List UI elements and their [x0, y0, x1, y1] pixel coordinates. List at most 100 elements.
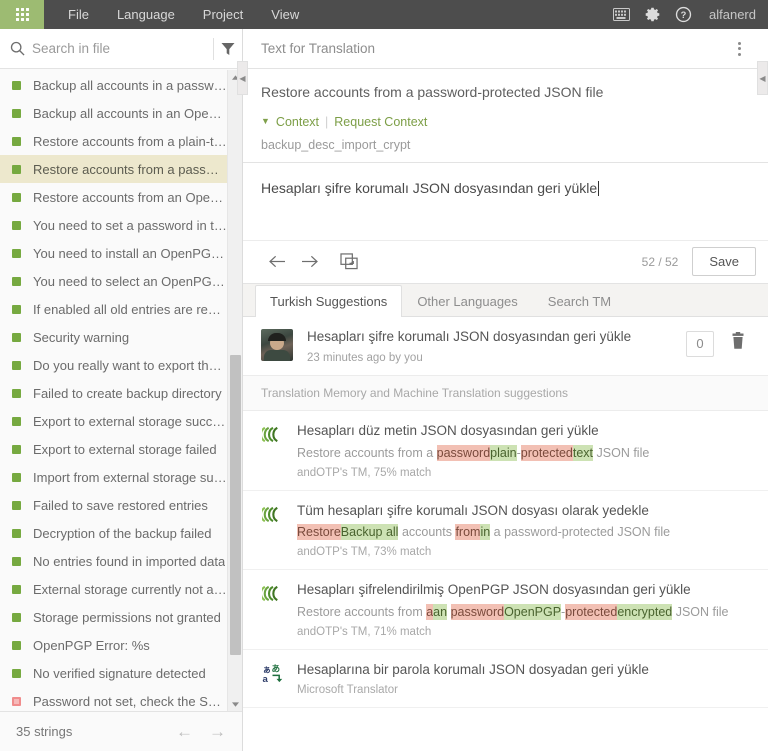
string-list-item[interactable]: Import from external storage succes... — [0, 463, 242, 491]
string-list-item[interactable]: Failed to save restored entries — [0, 491, 242, 519]
string-list-item[interactable]: Security warning — [0, 323, 242, 351]
main-body: Backup all accounts in a password-p... Ba… — [0, 29, 768, 751]
string-list-item[interactable]: Do you really want to export the dat... — [0, 351, 242, 379]
save-button[interactable]: Save — [692, 247, 756, 277]
more-options-icon[interactable] — [726, 36, 752, 62]
status-translated-icon — [12, 528, 21, 538]
keyboard-icon[interactable] — [612, 6, 630, 24]
diff-unchanged-text: Restore accounts from — [297, 605, 427, 620]
diff-inserted-text: text — [572, 444, 594, 461]
source-block: Restore accounts from a password-protect… — [243, 69, 768, 162]
string-list-item[interactable]: If enabled all old entries are replace..… — [0, 295, 242, 323]
string-list-item[interactable]: Restore accounts from an OpenPGP-... — [0, 183, 242, 211]
tm-suggestion-row[interactable]: Hesapları şifrelendirilmiş OpenPGP JSON … — [243, 570, 768, 651]
string-list-item[interactable]: Backup all accounts in a password-p... — [0, 71, 242, 99]
status-translated-icon — [12, 444, 21, 454]
string-list-item[interactable]: External storage currently not acces... — [0, 575, 242, 603]
string-list-item-label: Failed to save restored entries — [33, 497, 208, 513]
status-translated-icon — [12, 136, 21, 146]
string-list-item[interactable]: Failed to create backup directory — [0, 379, 242, 407]
sidebar-scrollbar[interactable] — [227, 70, 242, 711]
status-translated-icon — [12, 500, 21, 510]
user-suggestion-content: Hesapları şifre korumalı JSON dosyasında… — [307, 329, 686, 364]
app-launcher-button[interactable] — [0, 0, 44, 29]
string-list-item[interactable]: Password not set, check the Settings — [0, 687, 242, 711]
diff-unchanged-text: Restore accounts from a — [297, 445, 437, 460]
search-row — [0, 29, 242, 69]
string-list-item[interactable]: Restore accounts from a plain-text JS... — [0, 127, 242, 155]
string-list-item-label: Backup all accounts in an OpenPGP-... — [33, 105, 228, 121]
string-list-item[interactable]: You need to set a password in the Se... — [0, 211, 242, 239]
status-translated-icon — [12, 360, 21, 370]
vote-count-box[interactable]: 0 — [686, 330, 714, 357]
string-list[interactable]: Backup all accounts in a password-p... Ba… — [0, 69, 242, 711]
diff-unchanged-text: a password-protected JSON file — [490, 525, 671, 540]
menu-item-file[interactable]: File — [54, 0, 103, 29]
divider — [213, 37, 214, 60]
string-list-item[interactable]: Decryption of the backup failed — [0, 519, 242, 547]
tab-other-languages[interactable]: Other Languages — [402, 285, 532, 317]
status-untranslated-icon — [12, 696, 21, 706]
string-list-item-label: Password not set, check the Settings — [33, 693, 228, 709]
right-panel-collapse-handle[interactable]: ◀ — [757, 61, 768, 95]
request-context-link[interactable]: Request Context — [334, 115, 427, 129]
string-list-item[interactable]: Export to external storage failed — [0, 435, 242, 463]
copy-source-icon[interactable] — [333, 247, 365, 277]
username-label[interactable]: alfanerd — [709, 7, 756, 22]
string-list-item[interactable]: No entries found in imported data — [0, 547, 242, 575]
search-icon — [10, 40, 25, 58]
sidebar-collapse-handle[interactable]: ◀ — [237, 61, 248, 95]
string-list-item-label: No verified signature detected — [33, 665, 206, 681]
next-page-button[interactable]: → — [209, 723, 226, 740]
diff-deleted-text: Restore — [297, 524, 341, 541]
search-input[interactable] — [25, 40, 211, 57]
string-list-item[interactable]: You need to select an OpenPGP key i... — [0, 267, 242, 295]
user-suggestion-row[interactable]: Hesapları şifre korumalı JSON dosyasında… — [243, 317, 768, 376]
context-toggle-link[interactable]: Context — [276, 115, 319, 129]
menu-item-view[interactable]: View — [257, 0, 313, 29]
string-list-item[interactable]: You need to install an OpenPGP pro... — [0, 239, 242, 267]
top-menu-bar: File Language Project View ? alfanerd — [0, 0, 768, 29]
string-list-item[interactable]: Export to external storage successful — [0, 407, 242, 435]
suggestion-tabs: Turkish Suggestions Other Languages Search… — [243, 283, 768, 317]
translation-text[interactable]: Hesapları şifre korumalı JSON dosyasında… — [261, 179, 750, 197]
diff-deleted-text: protected — [565, 604, 618, 621]
chevron-down-icon[interactable]: ▼ — [261, 117, 270, 126]
gear-icon[interactable] — [643, 6, 661, 24]
tab-turkish-suggestions[interactable]: Turkish Suggestions — [255, 284, 403, 317]
status-translated-icon — [12, 220, 21, 230]
editor-toolbar: 52 / 52 Save — [243, 239, 768, 284]
string-list-item[interactable]: Backup all accounts in an OpenPGP-... — [0, 99, 242, 127]
scroll-down-arrow[interactable] — [228, 697, 242, 711]
translation-panel-header: Text for Translation — [243, 29, 768, 69]
menu-item-project[interactable]: Project — [189, 0, 257, 29]
tm-suggestion-meta: andOTP's TM, 75% match — [297, 466, 432, 479]
tm-suggestion-row[interactable]: Hesapları düz metin JSON dosyasından ger… — [243, 411, 768, 491]
string-list-item[interactable]: Storage permissions not granted — [0, 603, 242, 631]
next-string-button[interactable] — [293, 247, 325, 277]
divider: | — [325, 114, 329, 129]
translation-input-area[interactable]: Hesapları şifre korumalı JSON dosyasında… — [243, 161, 768, 240]
tm-suggestion-row[interactable]: Hesaplarına bir parola korumalı JSON dos… — [243, 650, 768, 708]
prev-page-button[interactable]: ← — [176, 723, 193, 740]
string-list-item[interactable]: OpenPGP Error: %s — [0, 631, 242, 659]
menu-item-language[interactable]: Language — [103, 0, 189, 29]
text-cursor — [598, 180, 600, 196]
help-icon[interactable]: ? — [674, 6, 692, 24]
svg-text:?: ? — [680, 10, 686, 20]
string-list-item-label: Restore accounts from an OpenPGP-... — [33, 189, 228, 205]
character-counter: 52 / 52 — [641, 254, 679, 269]
status-translated-icon — [12, 556, 21, 566]
diff-inserted-text: plain — [490, 444, 517, 461]
trash-icon[interactable] — [730, 331, 746, 353]
diff-inserted-text: in — [480, 524, 491, 541]
tab-search-tm[interactable]: Search TM — [533, 285, 626, 317]
scrollbar-thumb[interactable] — [230, 355, 241, 655]
tm-section-header: Translation Memory and Machine Translati… — [243, 375, 768, 411]
status-translated-icon — [12, 332, 21, 342]
tm-suggestion-row[interactable]: Tüm hesapları şifre korumalı JSON dosyas… — [243, 491, 768, 571]
string-list-item[interactable]: No verified signature detected — [0, 659, 242, 687]
string-list-item[interactable]: Restore accounts from a password-p... — [0, 155, 242, 183]
diff-inserted-text: OpenPGP — [504, 604, 562, 621]
previous-string-button[interactable] — [261, 247, 293, 277]
